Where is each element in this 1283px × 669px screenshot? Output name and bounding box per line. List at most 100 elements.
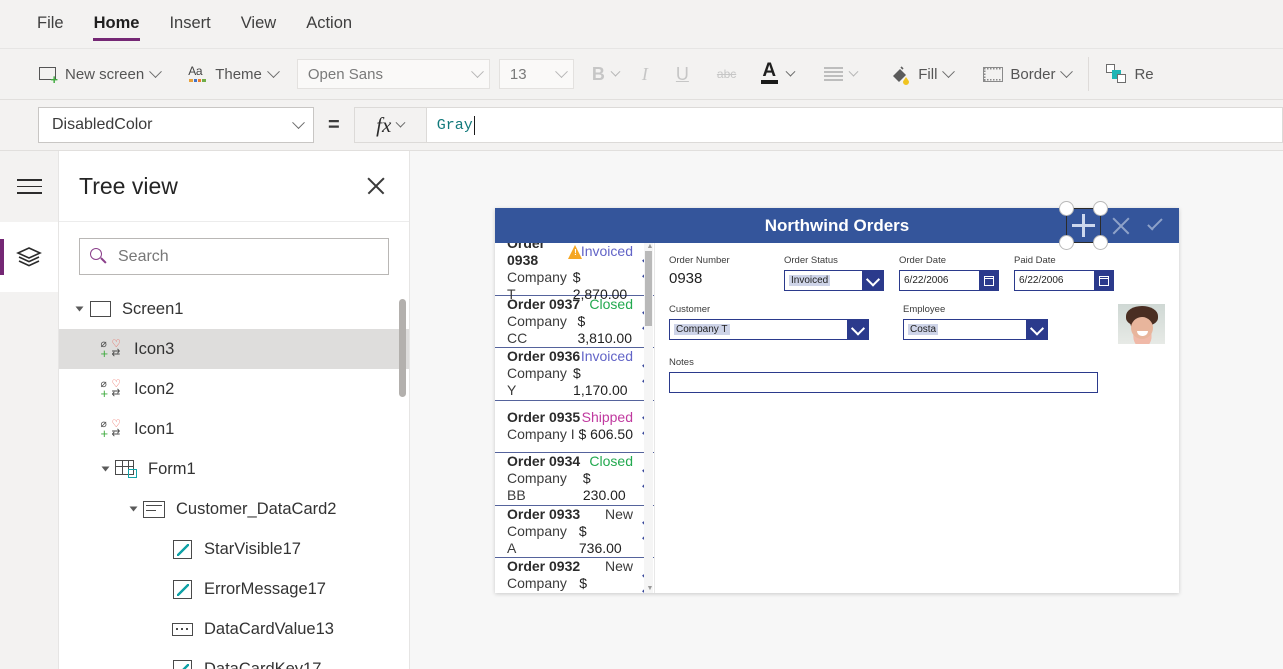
formula-input[interactable]: Gray [426, 107, 1283, 143]
order-number: Order 0934 [507, 453, 581, 470]
chevron-down-icon [848, 66, 859, 77]
tree-item-label: DataCardValue13 [204, 619, 334, 638]
order-date-picker[interactable]: 6/22/2006 [899, 270, 999, 291]
gallery-item[interactable]: Order 0932 New Company K $ 800.00 [495, 558, 654, 593]
gallery-item[interactable]: Order 0935 Shipped Company I $ 606.50 [495, 401, 654, 453]
resize-handle-top-right[interactable] [1093, 201, 1108, 216]
order-number: Order 0932 [507, 558, 581, 575]
scroll-up-arrow-icon[interactable]: ▲ [647, 243, 654, 250]
bold-label: B [591, 63, 605, 84]
tree-item-icon2[interactable]: ⌀ ♡ + ⇄ Icon2 [59, 369, 409, 409]
tree-item-icon1[interactable]: ⌀ ♡ + ⇄ Icon1 [59, 409, 409, 449]
font-color-button[interactable]: A [750, 54, 802, 94]
fill-button[interactable]: Fill [881, 54, 962, 94]
calendar-icon[interactable] [1094, 271, 1113, 290]
gallery-item[interactable]: Order 0937 Closed Company CC $ 3,810.00 [495, 296, 654, 348]
tree-item-datacardvalue13[interactable]: DataCardValue13 [59, 609, 409, 649]
gallery-item[interactable]: Order 0938 ! Invoiced Company T $ 2,870.… [495, 243, 654, 302]
field-label: Order Number [669, 255, 730, 266]
cancel-icon[interactable] [1110, 215, 1132, 237]
resize-handle-top-left[interactable] [1059, 201, 1074, 216]
company-name: Company CC [507, 312, 567, 346]
menu-item-insert[interactable]: Insert [168, 8, 211, 41]
underline-button[interactable]: U [662, 54, 703, 94]
field-label: Order Date [899, 255, 946, 266]
font-name-select[interactable]: Open Sans [296, 59, 490, 89]
border-button[interactable]: Border [974, 54, 1080, 94]
scrollbar-thumb[interactable] [645, 251, 652, 326]
ribbon-toolbar: + New screen Aa Theme Open Sans 13 B I U… [0, 49, 1283, 100]
chevron-down-icon [471, 64, 484, 78]
menu-item-action[interactable]: Action [305, 8, 353, 41]
tree-item-form1[interactable]: Form1 [59, 449, 409, 489]
paid-date-picker[interactable]: 6/22/2006 [1014, 270, 1114, 291]
order-status: New [604, 558, 633, 575]
icon-control-icon: ⌀ ♡ + ⇄ [100, 417, 121, 441]
tree-item-errormessage17[interactable]: ErrorMessage17 [59, 569, 409, 609]
employee-dropdown[interactable]: Costa [903, 319, 1048, 340]
tree-scrollbar[interactable] [399, 299, 406, 397]
menu-item-home[interactable]: Home [92, 8, 141, 41]
tree-item-icon3[interactable]: ⌀ ♡ + ⇄ Icon3 [59, 329, 409, 369]
close-icon[interactable] [363, 173, 389, 199]
order-number: Order 0933 [507, 505, 581, 522]
tree-item-datacardkey17[interactable]: DataCardKey17 [59, 649, 409, 669]
strikethrough-button[interactable]: abc [703, 54, 750, 94]
tree-item-starvisible17[interactable]: StarVisible17 [59, 529, 409, 569]
theme-button[interactable]: Aa Theme [179, 54, 287, 94]
gallery-scrollbar[interactable]: ▲ ▼ [644, 243, 653, 593]
reorder-button[interactable]: Re [1097, 54, 1162, 94]
bold-button[interactable]: B [583, 54, 628, 94]
check-icon[interactable] [1145, 215, 1167, 237]
tree-item-label: Form1 [148, 459, 196, 478]
scroll-down-arrow-icon[interactable]: ▼ [647, 585, 654, 592]
tree-item-label: Icon2 [134, 379, 175, 398]
font-size-select[interactable]: 13 [498, 59, 574, 89]
search-box[interactable] [79, 238, 389, 275]
tree-item-label: Screen1 [122, 299, 184, 318]
chevron-down-icon [1060, 64, 1074, 78]
tree-item-customer-datacard2[interactable]: Customer_DataCard2 [59, 489, 409, 529]
tree-item-label: Icon1 [134, 419, 175, 438]
customer-dropdown[interactable]: Company T [669, 319, 869, 340]
chevron-down-icon[interactable] [862, 271, 883, 290]
gallery-item[interactable]: Order 0934 Closed Company BB $ 230.00 [495, 453, 654, 506]
new-screen-button[interactable]: + New screen [30, 54, 169, 94]
hamburger-icon [16, 179, 42, 194]
formula-bar: DisabledColor = fx Gray [0, 100, 1283, 151]
expand-arrow-icon[interactable] [71, 305, 87, 313]
hamburger-button[interactable] [0, 151, 58, 222]
notes-input[interactable] [669, 372, 1098, 393]
menu-item-file[interactable]: File [36, 8, 65, 41]
order-status: Closed [589, 453, 633, 470]
dropdown-value: Costa [908, 324, 939, 335]
expand-arrow-icon[interactable] [97, 465, 113, 473]
fx-button[interactable]: fx [353, 107, 427, 143]
calendar-icon[interactable] [979, 271, 998, 290]
gallery-item[interactable]: Order 0933 New Company A $ 736.00 [495, 505, 654, 558]
chevron-down-icon[interactable] [847, 320, 868, 339]
tree-item-screen1[interactable]: Screen1 [59, 289, 409, 329]
add-icon[interactable] [1059, 201, 1108, 250]
app-body: Order 0938 ! Invoiced Company T $ 2,870.… [495, 243, 1179, 593]
gallery-item[interactable]: Order 0936 Invoiced Company Y $ 1,170.00 [495, 348, 654, 401]
chevron-down-icon[interactable] [1026, 320, 1047, 339]
expand-arrow-icon[interactable] [125, 505, 141, 513]
align-button[interactable] [814, 54, 867, 94]
workspace: Tree view Screen1 ⌀♡+⇄ Icon3 [0, 151, 1283, 669]
order-status-dropdown[interactable]: Invoiced [784, 270, 884, 291]
rail-item-tree-view[interactable] [0, 222, 58, 292]
field-label: Paid Date [1014, 255, 1056, 266]
field-value: 0938 [669, 270, 703, 287]
datacard-icon [141, 500, 167, 518]
search-input[interactable] [116, 246, 378, 267]
tree-item-label: DataCardKey17 [204, 659, 322, 669]
field-customer: Customer Company T [669, 304, 903, 344]
icon-control-icon: ⌀ ♡ + ⇄ [100, 377, 121, 401]
italic-button[interactable]: I [628, 54, 662, 94]
border-label: Border [1010, 65, 1056, 83]
menu-item-view[interactable]: View [240, 8, 277, 41]
order-amount: $ 800.00 [579, 575, 622, 593]
property-select[interactable]: DisabledColor [38, 107, 314, 143]
icon-control-icon: ⌀ ♡ + ⇄ [100, 337, 121, 361]
